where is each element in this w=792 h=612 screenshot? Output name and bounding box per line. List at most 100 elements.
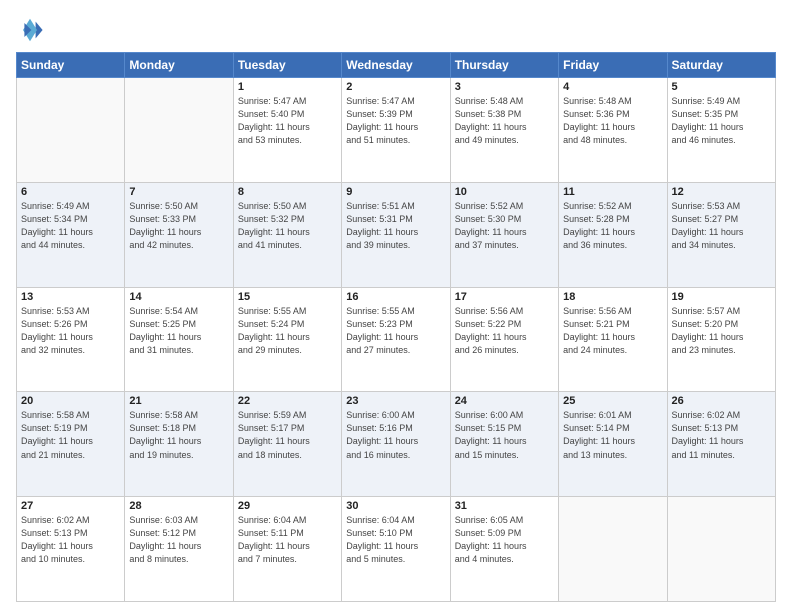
day-number: 4 (563, 81, 662, 93)
day-info: Sunrise: 5:53 AMSunset: 5:26 PMDaylight:… (21, 305, 120, 357)
day-info: Sunrise: 5:56 AMSunset: 5:22 PMDaylight:… (455, 305, 554, 357)
day-number: 21 (129, 395, 228, 407)
weekday-header-row: SundayMondayTuesdayWednesdayThursdayFrid… (17, 53, 776, 78)
calendar-day-cell: 9Sunrise: 5:51 AMSunset: 5:31 PMDaylight… (342, 182, 450, 287)
calendar-day-cell: 12 Sunrise: 5:53 AMSunset: 5:27 PMDayligh… (667, 182, 775, 287)
day-info: Sunrise: 5:47 AMSunset: 5:39 PMDaylight:… (346, 95, 445, 147)
day-info: Sunrise: 6:02 AMSunset: 5:13 PMDaylight:… (672, 409, 771, 461)
day-number: 12 (672, 186, 771, 198)
calendar-week-row: 20Sunrise: 5:58 AMSunset: 5:19 PMDayligh… (17, 392, 776, 497)
day-info: Sunrise: 5:55 AMSunset: 5:24 PMDaylight:… (238, 305, 337, 357)
day-number: 2 (346, 81, 445, 93)
calendar-day-cell: 16 Sunrise: 5:55 AMSunset: 5:23 PMDayligh… (342, 287, 450, 392)
day-info: Sunrise: 5:57 AMSunset: 5:20 PMDaylight:… (672, 305, 771, 357)
calendar-day-cell: 3 Sunrise: 5:48 AMSunset: 5:38 PMDaylight… (450, 78, 558, 183)
calendar-week-row: 13 Sunrise: 5:53 AMSunset: 5:26 PMDayligh… (17, 287, 776, 392)
day-number: 1 (238, 81, 337, 93)
calendar-day-cell: 18 Sunrise: 5:56 AMSunset: 5:21 PMDayligh… (559, 287, 667, 392)
day-number: 24 (455, 395, 554, 407)
calendar-day-cell: 5 Sunrise: 5:49 AMSunset: 5:35 PMDaylight… (667, 78, 775, 183)
day-number: 3 (455, 81, 554, 93)
header (16, 16, 776, 44)
calendar-day-cell: 21 Sunrise: 5:58 AMSunset: 5:18 PMDayligh… (125, 392, 233, 497)
day-number: 31 (455, 500, 554, 512)
calendar-day-cell: 22Sunrise: 5:59 AMSunset: 5:17 PMDayligh… (233, 392, 341, 497)
calendar-day-cell: 29 Sunrise: 6:04 AMSunset: 5:11 PMDayligh… (233, 497, 341, 602)
day-number: 29 (238, 500, 337, 512)
day-info: Sunrise: 5:49 AMSunset: 5:34 PMDaylight:… (21, 200, 120, 252)
day-number: 10 (455, 186, 554, 198)
day-info: Sunrise: 5:48 AMSunset: 5:36 PMDaylight:… (563, 95, 662, 147)
day-number: 25 (563, 395, 662, 407)
calendar-day-cell: 14 Sunrise: 5:54 AMSunset: 5:25 PMDayligh… (125, 287, 233, 392)
day-info: Sunrise: 5:50 AMSunset: 5:32 PMDaylight:… (238, 200, 337, 252)
day-info: Sunrise: 6:00 AMSunset: 5:16 PMDaylight:… (346, 409, 445, 461)
calendar-day-cell: 7Sunrise: 5:50 AMSunset: 5:33 PMDaylight… (125, 182, 233, 287)
calendar-day-cell: 24 Sunrise: 6:00 AMSunset: 5:15 PMDayligh… (450, 392, 558, 497)
day-number: 17 (455, 291, 554, 303)
calendar-day-cell (559, 497, 667, 602)
day-info: Sunrise: 5:56 AMSunset: 5:21 PMDaylight:… (563, 305, 662, 357)
page: SundayMondayTuesdayWednesdayThursdayFrid… (0, 0, 792, 612)
calendar-day-cell: 30 Sunrise: 6:04 AMSunset: 5:10 PMDayligh… (342, 497, 450, 602)
calendar-day-cell: 25 Sunrise: 6:01 AMSunset: 5:14 PMDayligh… (559, 392, 667, 497)
calendar-day-cell: 10 Sunrise: 5:52 AMSunset: 5:30 PMDayligh… (450, 182, 558, 287)
calendar-day-cell: 13 Sunrise: 5:53 AMSunset: 5:26 PMDayligh… (17, 287, 125, 392)
day-number: 15 (238, 291, 337, 303)
calendar-day-cell: 26 Sunrise: 6:02 AMSunset: 5:13 PMDayligh… (667, 392, 775, 497)
day-info: Sunrise: 6:04 AMSunset: 5:11 PMDaylight:… (238, 514, 337, 566)
weekday-header-tuesday: Tuesday (233, 53, 341, 78)
day-number: 19 (672, 291, 771, 303)
day-info: Sunrise: 5:48 AMSunset: 5:38 PMDaylight:… (455, 95, 554, 147)
weekday-header-thursday: Thursday (450, 53, 558, 78)
day-number: 16 (346, 291, 445, 303)
calendar-day-cell: 17 Sunrise: 5:56 AMSunset: 5:22 PMDayligh… (450, 287, 558, 392)
calendar-day-cell: 19 Sunrise: 5:57 AMSunset: 5:20 PMDayligh… (667, 287, 775, 392)
day-info: Sunrise: 6:00 AMSunset: 5:15 PMDaylight:… (455, 409, 554, 461)
calendar-day-cell: 23 Sunrise: 6:00 AMSunset: 5:16 PMDayligh… (342, 392, 450, 497)
day-number: 14 (129, 291, 228, 303)
logo-icon (16, 16, 44, 44)
day-info: Sunrise: 5:52 AMSunset: 5:28 PMDaylight:… (563, 200, 662, 252)
calendar-day-cell: 27 Sunrise: 6:02 AMSunset: 5:13 PMDayligh… (17, 497, 125, 602)
day-number: 11 (563, 186, 662, 198)
day-number: 23 (346, 395, 445, 407)
day-number: 20 (21, 395, 120, 407)
calendar-day-cell (125, 78, 233, 183)
day-info: Sunrise: 6:01 AMSunset: 5:14 PMDaylight:… (563, 409, 662, 461)
day-number: 18 (563, 291, 662, 303)
day-info: Sunrise: 5:52 AMSunset: 5:30 PMDaylight:… (455, 200, 554, 252)
day-number: 30 (346, 500, 445, 512)
day-info: Sunrise: 6:02 AMSunset: 5:13 PMDaylight:… (21, 514, 120, 566)
day-number: 5 (672, 81, 771, 93)
day-info: Sunrise: 5:55 AMSunset: 5:23 PMDaylight:… (346, 305, 445, 357)
day-number: 6 (21, 186, 120, 198)
calendar-week-row: 27 Sunrise: 6:02 AMSunset: 5:13 PMDayligh… (17, 497, 776, 602)
weekday-header-saturday: Saturday (667, 53, 775, 78)
day-number: 26 (672, 395, 771, 407)
day-info: Sunrise: 5:51 AMSunset: 5:31 PMDaylight:… (346, 200, 445, 252)
calendar-day-cell: 8Sunrise: 5:50 AMSunset: 5:32 PMDaylight… (233, 182, 341, 287)
calendar-day-cell: 2 Sunrise: 5:47 AMSunset: 5:39 PMDaylight… (342, 78, 450, 183)
day-info: Sunrise: 5:49 AMSunset: 5:35 PMDaylight:… (672, 95, 771, 147)
calendar-day-cell (667, 497, 775, 602)
day-info: Sunrise: 5:54 AMSunset: 5:25 PMDaylight:… (129, 305, 228, 357)
logo (16, 16, 48, 44)
day-info: Sunrise: 6:04 AMSunset: 5:10 PMDaylight:… (346, 514, 445, 566)
calendar-day-cell: 1 Sunrise: 5:47 AMSunset: 5:40 PMDaylight… (233, 78, 341, 183)
calendar-day-cell (17, 78, 125, 183)
day-number: 22 (238, 395, 337, 407)
calendar-day-cell: 15 Sunrise: 5:55 AMSunset: 5:24 PMDayligh… (233, 287, 341, 392)
weekday-header-sunday: Sunday (17, 53, 125, 78)
day-number: 13 (21, 291, 120, 303)
day-number: 27 (21, 500, 120, 512)
weekday-header-friday: Friday (559, 53, 667, 78)
day-info: Sunrise: 5:53 AMSunset: 5:27 PMDaylight:… (672, 200, 771, 252)
day-info: Sunrise: 5:58 AMSunset: 5:18 PMDaylight:… (129, 409, 228, 461)
day-info: Sunrise: 6:05 AMSunset: 5:09 PMDaylight:… (455, 514, 554, 566)
calendar-week-row: 1 Sunrise: 5:47 AMSunset: 5:40 PMDaylight… (17, 78, 776, 183)
calendar-day-cell: 4 Sunrise: 5:48 AMSunset: 5:36 PMDaylight… (559, 78, 667, 183)
calendar-week-row: 6 Sunrise: 5:49 AMSunset: 5:34 PMDaylight… (17, 182, 776, 287)
calendar-table: SundayMondayTuesdayWednesdayThursdayFrid… (16, 52, 776, 602)
day-info: Sunrise: 5:47 AMSunset: 5:40 PMDaylight:… (238, 95, 337, 147)
